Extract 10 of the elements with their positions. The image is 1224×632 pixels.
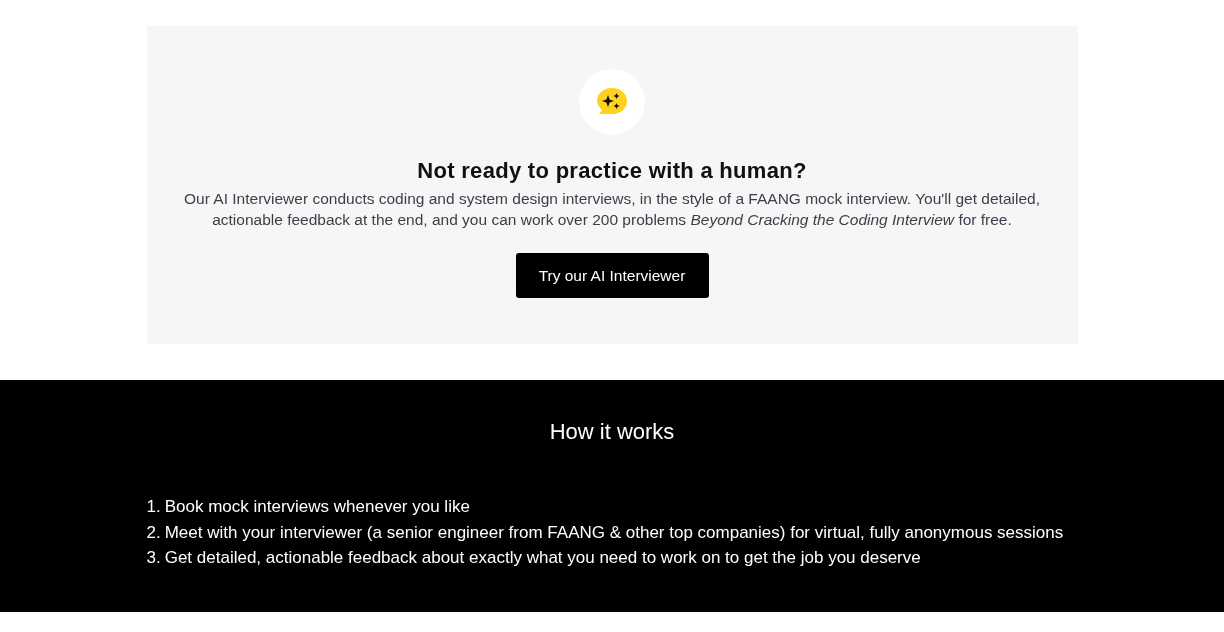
step-number: 3. (146, 547, 161, 569)
step-text: Meet with your interviewer (a senior engineer from FAANG & other top companies) for virtual, fully anonymous sessions (164, 521, 1064, 544)
try-ai-interviewer-button[interactable]: Try our AI Interviewer (515, 253, 709, 298)
step-number: 1. (146, 496, 161, 518)
how-it-works-heading: How it works (549, 418, 675, 446)
step-text: Book mock interviews whenever you like (164, 496, 470, 518)
step-number: 2. (146, 521, 161, 544)
promo-description: Our AI Interviewer conducts coding and system design interviews, in the style of a FAANG mock interview. You'll get detailed, actionable feedback at the end, and you can work over 200 problems Beyond Cracking the Coding Interview for free. (183, 189, 1041, 230)
step-text: Get detailed, actionable feedback about exactly what you need to work on to get the job you deserve (164, 547, 921, 569)
promo-heading: Not ready to practice with a human? (417, 157, 807, 185)
